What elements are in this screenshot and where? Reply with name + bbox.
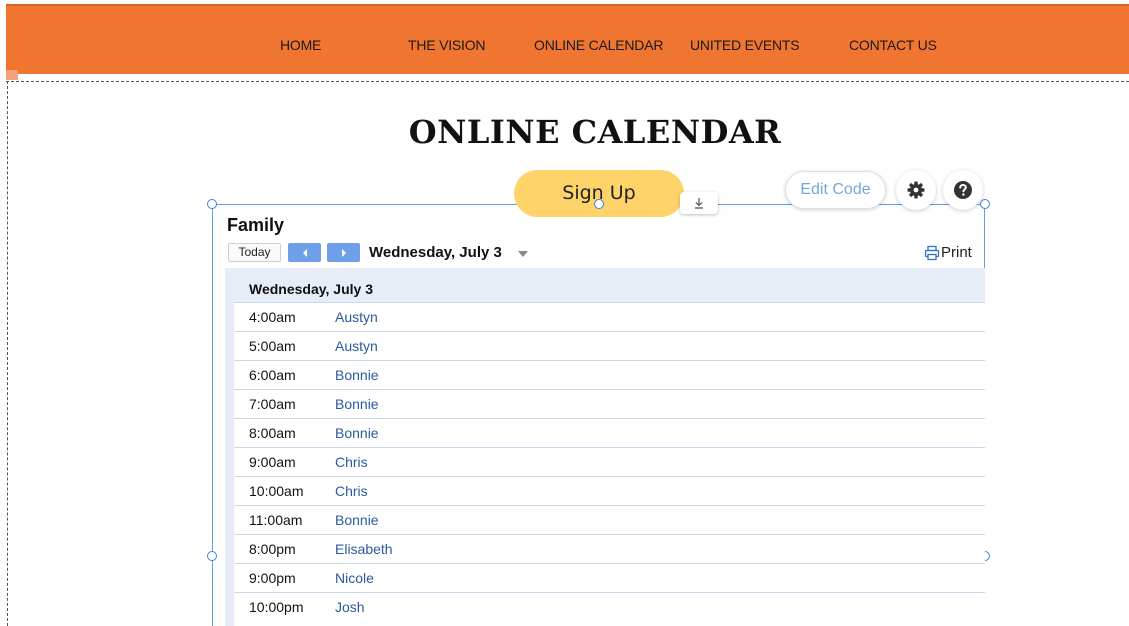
event-time: 9:00pm [249,570,296,586]
question-icon [954,181,972,199]
event-title[interactable]: Bonnie [335,367,379,383]
agenda-row[interactable]: 6:00am Bonnie [234,360,985,389]
agenda-row[interactable]: 4:00am Austyn [234,302,985,331]
agenda-row[interactable]: 10:00am Chris [234,476,985,505]
agenda-view: Wednesday, July 3 4:00am Austyn 5:00am A… [225,268,985,626]
event-title[interactable]: Bonnie [335,512,379,528]
event-title[interactable]: Josh [335,599,365,615]
help-button[interactable] [943,170,983,210]
gear-icon [907,181,925,199]
resize-handle-top-left[interactable] [207,199,217,209]
print-label: Print [941,244,972,261]
event-time: 11:00am [249,512,303,528]
download-icon [695,198,703,209]
agenda-day-header: Wednesday, July 3 [234,276,985,302]
event-time: 10:00am [249,483,304,499]
chevron-left-icon [302,248,307,257]
editor-guide-horizontal [6,81,1129,82]
agenda-list: Wednesday, July 3 4:00am Austyn 5:00am A… [234,276,985,626]
event-title[interactable]: Elisabeth [335,541,393,557]
event-time: 4:00am [249,309,296,325]
sign-up-button[interactable]: Sign Up [514,170,684,217]
resize-handle-middle-left[interactable] [207,551,217,561]
nav-item-united-events[interactable]: UNITED EVENTS [690,37,800,53]
download-button[interactable] [680,192,718,214]
nav-corner-fold [6,70,18,80]
top-navbar: HOME THE VISION ONLINE CALENDAR UNITED E… [6,4,1129,74]
today-button[interactable]: Today [228,243,281,262]
event-title[interactable]: Austyn [335,338,378,354]
current-date-label[interactable]: Wednesday, July 3 [369,244,502,261]
print-button[interactable]: Print [924,244,972,261]
event-title[interactable]: Chris [335,483,368,499]
chevron-right-icon [341,248,346,257]
agenda-row[interactable]: 9:00am Chris [234,447,985,476]
signup-anchor-handle[interactable] [594,199,604,209]
event-title[interactable]: Nicole [335,570,374,586]
event-time: 10:00pm [249,599,304,615]
event-time: 8:00am [249,425,296,441]
resize-handle-top-right[interactable] [980,199,990,209]
event-time: 5:00am [249,338,296,354]
settings-button[interactable] [896,170,936,210]
edit-code-button[interactable]: Edit Code [785,171,886,209]
nav-item-contact-us[interactable]: CONTACT US [849,37,937,53]
agenda-row[interactable]: 8:00am Bonnie [234,418,985,447]
agenda-row[interactable]: 9:00pm Nicole [234,563,985,592]
page-title: ONLINE CALENDAR [408,113,782,151]
printer-icon [924,245,940,260]
event-title[interactable]: Bonnie [335,425,379,441]
editor-guide-vertical [7,81,8,626]
event-time: 8:00pm [249,541,296,557]
date-dropdown-caret[interactable] [518,251,528,257]
nav-item-online-calendar[interactable]: ONLINE CALENDAR [534,37,663,53]
nav-item-home[interactable]: HOME [280,37,321,53]
prev-day-button[interactable] [288,243,321,262]
next-day-button[interactable] [327,243,360,262]
event-time: 6:00am [249,367,296,383]
event-title[interactable]: Austyn [335,309,378,325]
agenda-row[interactable]: 7:00am Bonnie [234,389,985,418]
event-title[interactable]: Chris [335,454,368,470]
agenda-row[interactable]: 8:00pm Elisabeth [234,534,985,563]
event-title[interactable]: Bonnie [335,396,379,412]
calendar-title: Family [227,215,285,235]
nav-item-the-vision[interactable]: THE VISION [408,37,486,53]
agenda-row[interactable]: 5:00am Austyn [234,331,985,360]
agenda-row[interactable]: 11:00am Bonnie [234,505,985,534]
event-time: 7:00am [249,396,296,412]
agenda-row[interactable]: 10:00pm Josh [234,592,985,621]
event-time: 9:00am [249,454,296,470]
